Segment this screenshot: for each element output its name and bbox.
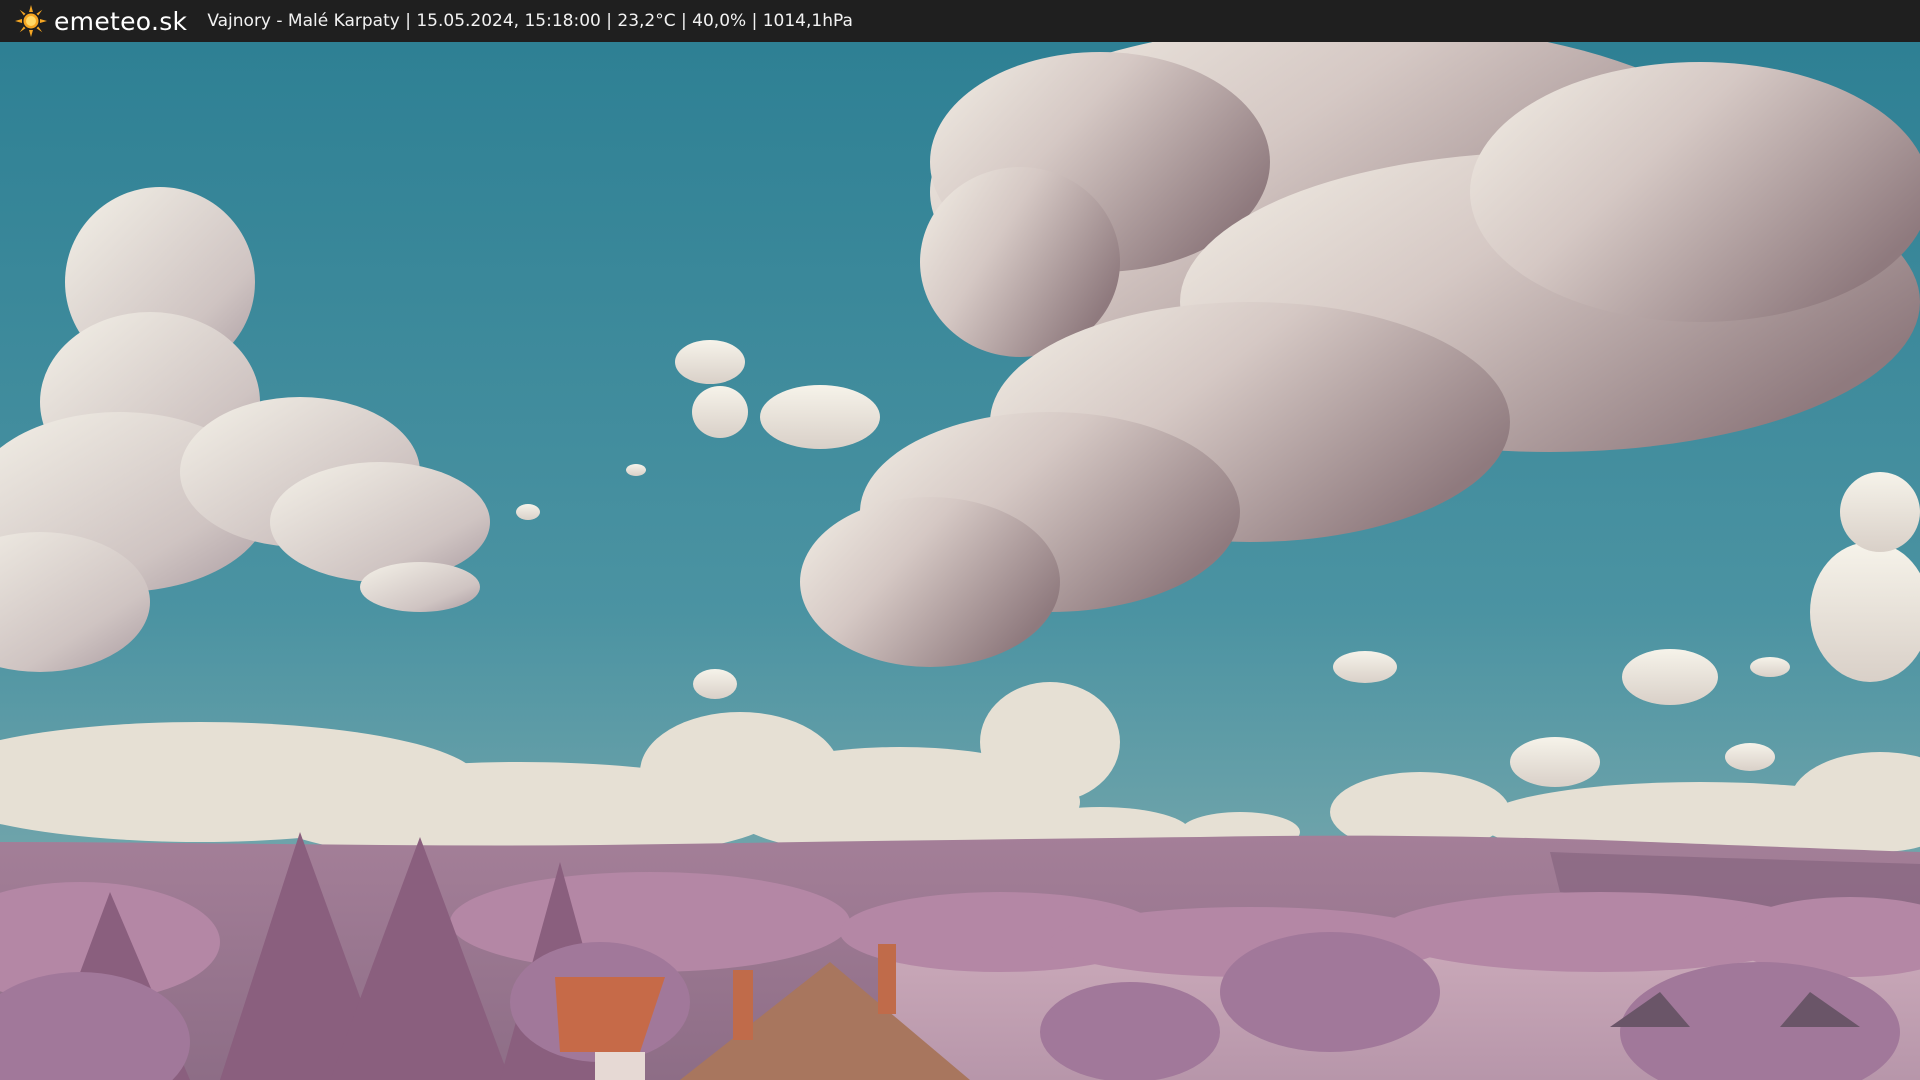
- brand-name: emeteo.sk: [54, 6, 188, 36]
- brand-logo[interactable]: emeteo.sk: [14, 4, 187, 38]
- weather-readout: Vajnory - Malé Karpaty | 15.05.2024, 15:…: [207, 11, 853, 31]
- webcam-page: emeteo.sk Vajnory - Malé Karpaty | 15.05…: [0, 0, 1920, 1080]
- separator: |: [399, 11, 417, 31]
- webcam-caption-bar: emeteo.sk Vajnory - Malé Karpaty | 15.05…: [0, 0, 1920, 42]
- location-label: Vajnory - Malé Karpaty: [207, 11, 400, 31]
- datetime-label: 15.05.2024, 15:18:00: [416, 11, 601, 31]
- webcam-image: [0, 42, 1920, 1080]
- pressure-label: 1014,1hPa: [762, 11, 853, 31]
- separator: |: [746, 11, 763, 31]
- separator: |: [675, 11, 693, 31]
- humidity-label: 40,0%: [692, 11, 747, 31]
- separator: |: [600, 11, 618, 31]
- temperature-label: 23,2°C: [617, 11, 676, 31]
- sun-icon: [15, 5, 47, 37]
